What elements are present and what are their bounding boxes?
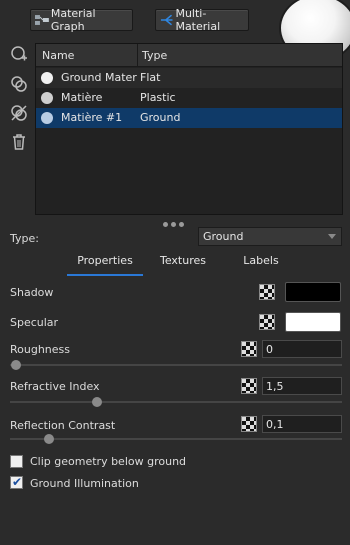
reflection-contrast-slider[interactable] [10,434,342,444]
material-type: Ground [140,111,181,124]
resize-handle-icon[interactable] [163,217,187,230]
refractive-index-slider-handle[interactable] [92,397,102,407]
multi-material-icon [160,14,173,26]
clip-geometry-checkbox[interactable] [10,455,23,468]
refractive-index-label: Refractive Index [10,380,100,393]
roughness-slider-handle[interactable] [11,360,21,370]
multi-material-button[interactable]: Multi-Material [155,7,249,33]
duplicate-material-icon[interactable] [10,75,28,93]
tab-properties[interactable]: Properties [67,254,143,276]
refractive-index-slider[interactable] [10,397,342,407]
tab-labels[interactable]: Labels [229,254,293,274]
multi-material-label: Multi-Material [175,7,221,33]
material-type: Plastic [140,91,176,104]
material-swatch-icon [41,92,53,104]
roughness-label: Roughness [10,343,71,356]
chevron-down-icon [328,234,336,239]
roughness-texture-icon[interactable] [241,341,257,357]
ground-illumination-label: Ground Illumination [30,477,139,490]
trash-icon[interactable] [10,133,28,151]
refractive-index-field[interactable] [262,377,342,395]
add-material-icon[interactable] [10,45,28,63]
material-swatch-icon [41,72,53,84]
reflection-contrast-input[interactable] [263,416,339,433]
specular-texture-icon[interactable] [259,314,275,330]
roughness-slider[interactable] [10,360,342,370]
material-name: Matière #1 [61,111,123,124]
type-label: Type: [10,232,39,245]
remove-unused-icon[interactable] [10,104,28,122]
refractive-texture-icon[interactable] [241,378,257,394]
reflection-texture-icon[interactable] [241,416,257,432]
column-header-type[interactable]: Type [142,49,167,62]
material-graph-icon [35,15,49,25]
list-item[interactable]: Matière Plastic [36,88,342,108]
list-item[interactable]: Matière #1 Ground [36,108,342,128]
material-type: Flat [140,71,161,84]
material-graph-button[interactable]: Material Graph [30,7,133,33]
reflection-contrast-slider-handle[interactable] [44,434,54,444]
shadow-texture-icon[interactable] [259,284,275,300]
shadow-label: Shadow [10,286,54,299]
material-graph-label: Material Graph [50,7,96,33]
list-item[interactable]: Ground Materi Flat [36,68,342,88]
material-name: Ground Materi [61,71,137,84]
tab-textures[interactable]: Textures [149,254,217,274]
shadow-color-swatch[interactable] [285,282,341,302]
material-name: Matière [61,91,103,104]
refractive-index-input[interactable] [263,378,339,395]
type-select[interactable]: Ground [198,227,342,246]
reflection-contrast-label: Reflection Contrast [10,419,116,432]
material-list[interactable]: Name Type Ground Materi Flat Matière Plasti… [35,43,343,215]
reflection-contrast-field[interactable] [262,415,342,433]
roughness-field[interactable] [262,340,342,358]
type-select-value: Ground [203,230,244,243]
list-header: Name Type [36,44,342,67]
checkmark-icon: ✔ [12,475,23,489]
specular-color-swatch[interactable] [285,312,341,332]
ground-illumination-checkbox[interactable]: ✔ [10,475,23,489]
specular-label: Specular [10,316,59,329]
material-swatch-icon [41,112,53,124]
clip-geometry-label: Clip geometry below ground [30,455,187,468]
column-header-name[interactable]: Name [42,49,74,62]
roughness-input[interactable] [263,341,339,358]
